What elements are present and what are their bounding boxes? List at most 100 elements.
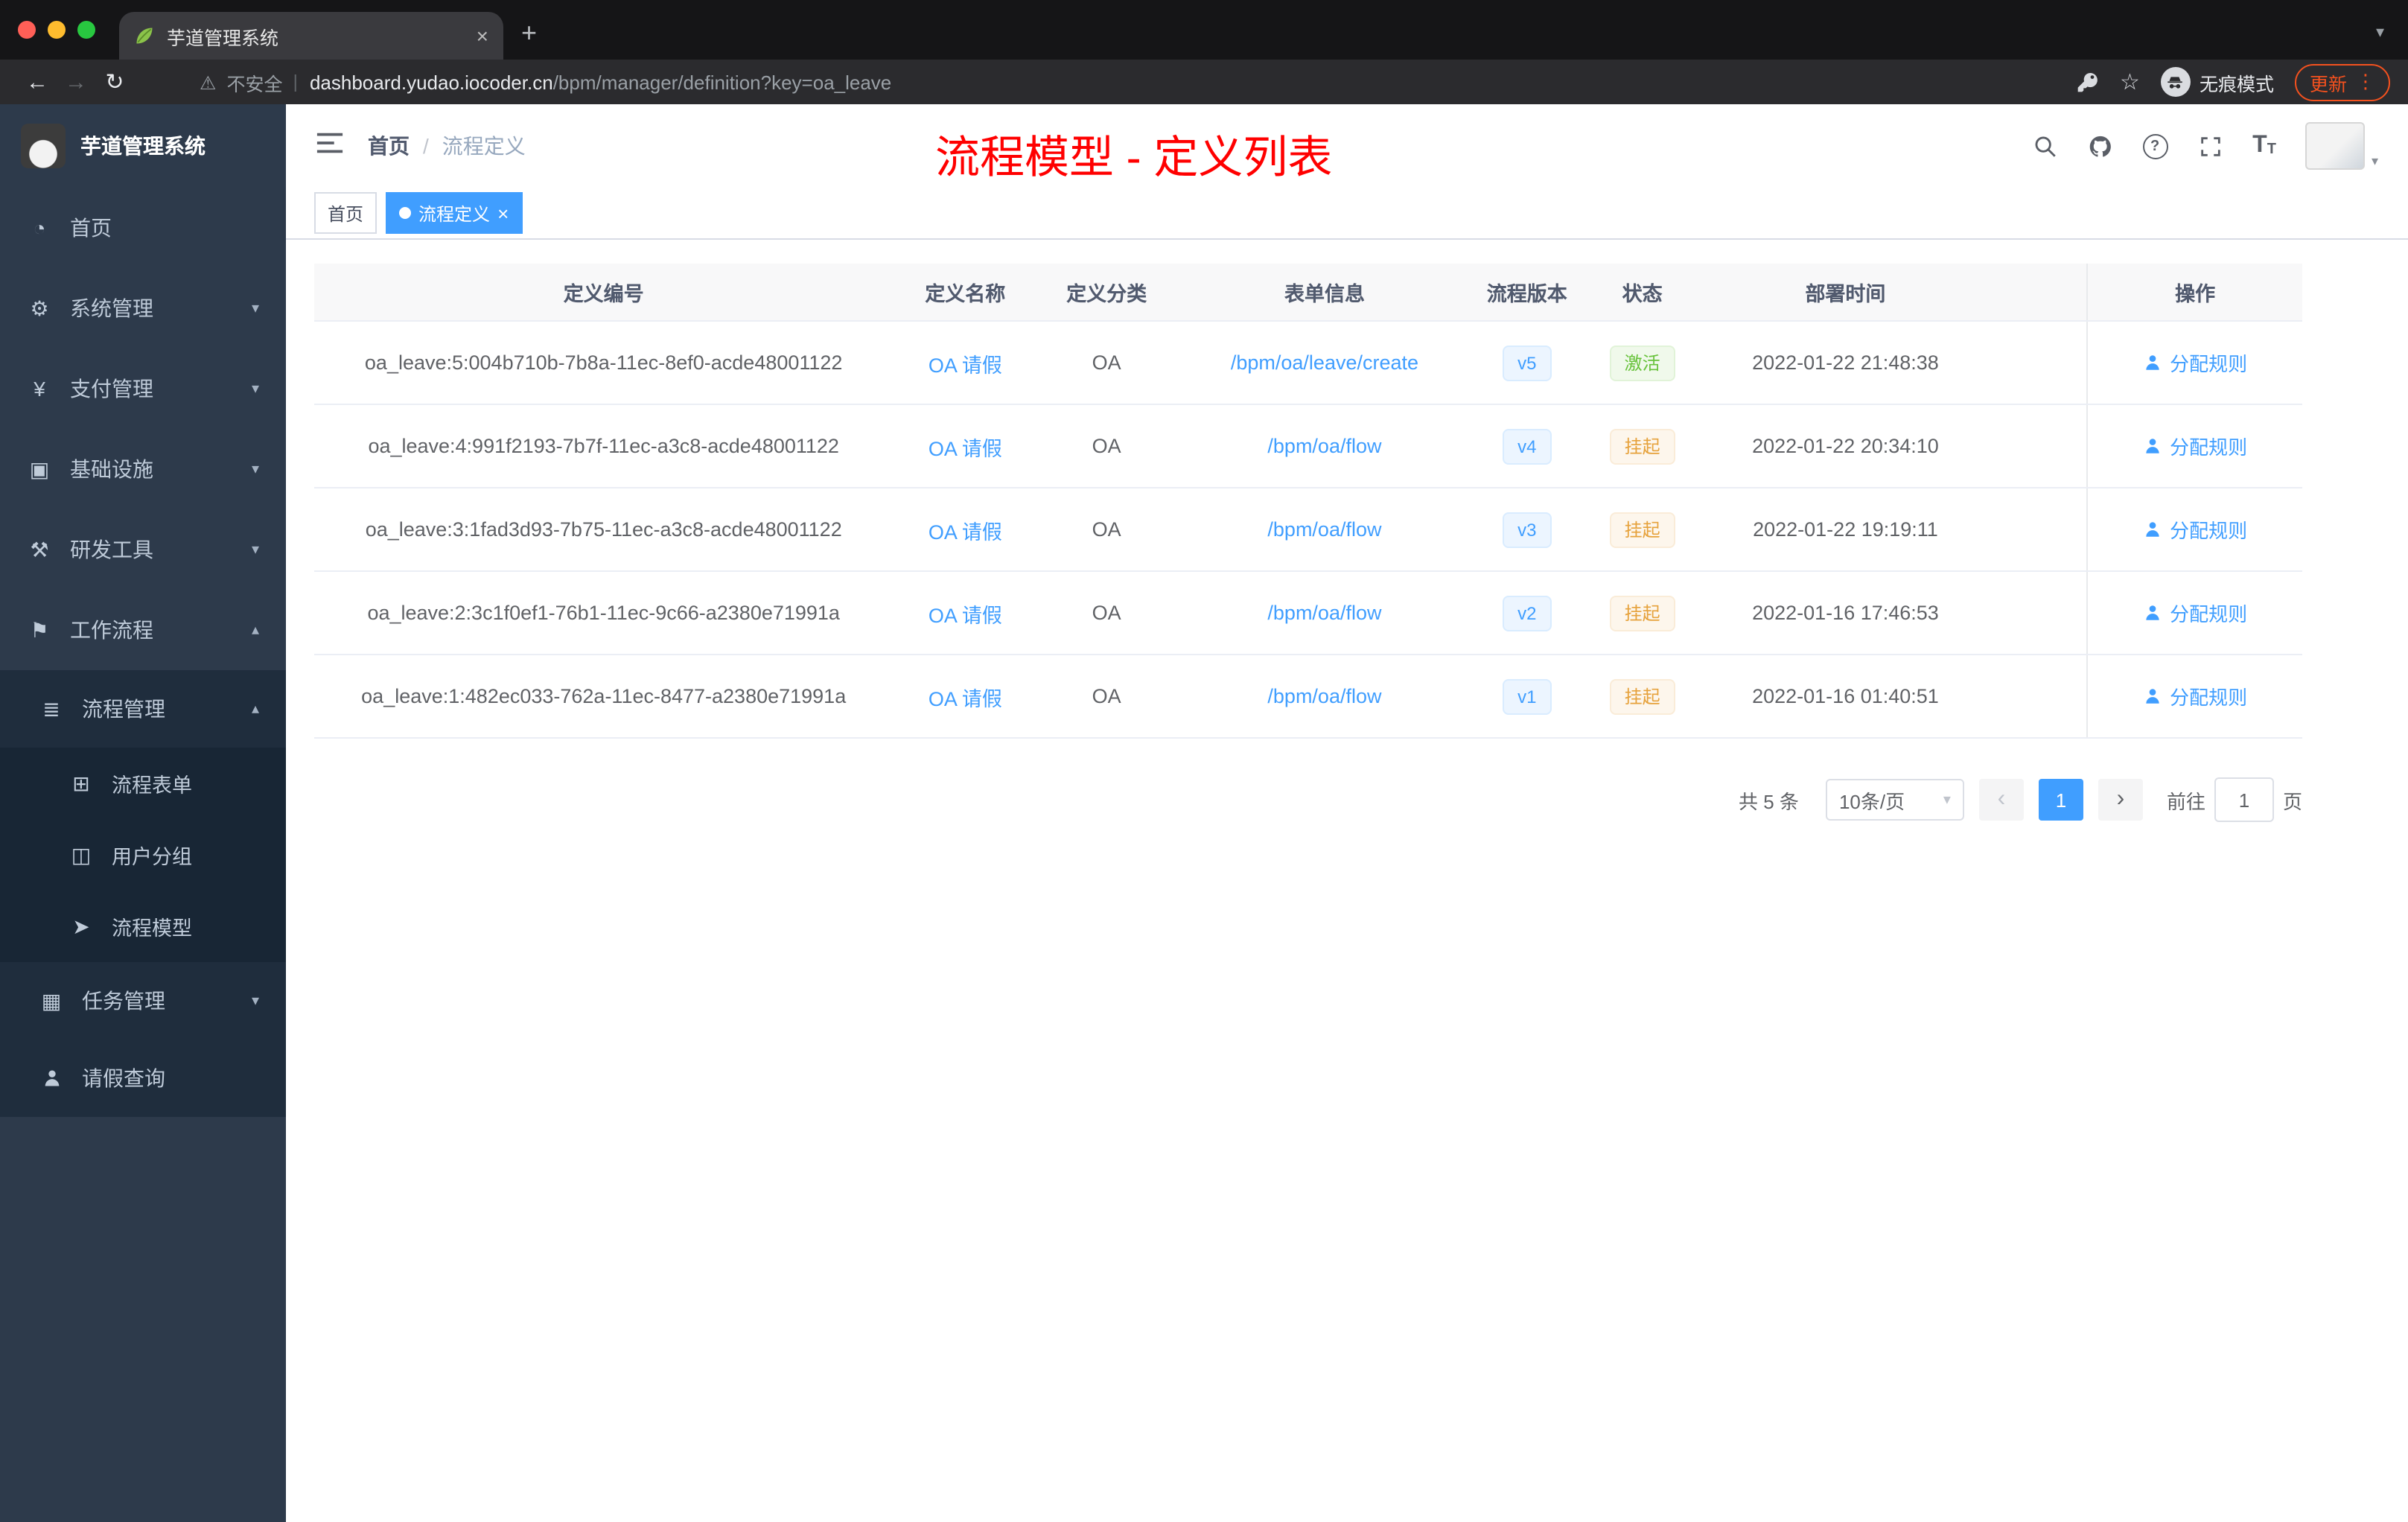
breadcrumb-home[interactable]: 首页 [368,131,410,161]
sidebar-item-dev-tools[interactable]: ⚒ 研发工具 ▾ [0,509,286,590]
assign-rule-link[interactable]: 分配规则 [2143,682,2247,710]
sidebar-item-process-management[interactable]: ≣ 流程管理 ▴ [0,670,286,748]
status-badge: 挂起 [1609,512,1675,547]
fullscreen-icon[interactable] [2197,133,2223,159]
user-avatar-menu[interactable]: ▾ [2305,122,2378,170]
bookmark-star-icon[interactable]: ☆ [2120,69,2140,95]
table-row: oa_leave:4:991f2193-7b7f-11ec-a3c8-acde4… [314,405,2302,488]
sidebar-toggle-icon[interactable] [316,130,344,162]
sidebar-item-process-model[interactable]: ➤ 流程模型 [0,891,286,962]
tag-process-definition[interactable]: 流程定义 × [386,192,523,234]
new-tab-button[interactable]: + [521,18,537,49]
chevron-up-icon: ▴ [251,701,259,717]
font-size-icon[interactable]: TT [2252,133,2276,158]
workflow-icon: ⚑ [30,617,49,641]
form-info-link[interactable]: /bpm/oa/flow [1267,435,1381,457]
definition-name-link[interactable]: OA 请假 [929,431,1002,461]
definition-name-link[interactable]: OA 请假 [929,598,1002,628]
separator: | [293,71,298,92]
tab-title: 芋道管理系统 [167,28,279,48]
sidebar-item-label: 基础设施 [70,457,153,481]
browser-tab[interactable]: 芋道管理系统 × [119,12,503,60]
table-row: oa_leave:5:004b710b-7b8a-11ec-8ef0-acde4… [314,322,2302,405]
user-icon [2146,439,2159,453]
page-goto-input[interactable] [2214,777,2274,822]
annotation-text: 流程模型 - 定义列表 [935,134,1333,183]
assign-rule-link[interactable]: 分配规则 [2143,432,2247,460]
sidebar-item-payment-management[interactable]: ¥ 支付管理 ▾ [0,348,286,429]
next-page-button[interactable]: › [2098,779,2143,821]
password-key-icon[interactable] [2075,70,2099,94]
page-unit-label: 页 [2282,790,2302,812]
definition-name-link[interactable]: OA 请假 [929,681,1002,711]
address-bar[interactable]: dashboard.yudao.iocoder.cn/bpm/manager/d… [310,71,891,93]
update-label: 更新 [2309,74,2347,95]
close-window-button[interactable] [18,21,36,39]
sidebar-item-label: 流程管理 [82,697,165,721]
page-number-button[interactable]: 1 [2038,779,2083,821]
definition-category: OA [1092,351,1121,374]
tab-search-chevron-icon[interactable]: ▾ [2376,22,2384,42]
sidebar-item-label: 用户分组 [112,846,192,868]
definition-id: oa_leave:5:004b710b-7b8a-11ec-8ef0-acde4… [364,351,843,374]
assign-rule-link[interactable]: 分配规则 [2143,515,2247,544]
browser-update-button[interactable]: 更新 ⋮ [2294,63,2390,101]
form-info-link[interactable]: /bpm/oa/leave/create [1231,351,1418,374]
deploy-time: 2022-01-22 19:19:11 [1753,518,1938,541]
definition-name-link[interactable]: OA 请假 [929,515,1002,544]
tag-home[interactable]: 首页 [314,192,378,234]
github-icon[interactable] [2087,133,2112,159]
incognito-label: 无痕模式 [2199,74,2274,95]
page-content: 定义编号 定义名称 定义分类 表单信息 流程版本 状态 部署时间 操作 oa_l… [286,240,2408,1522]
chevron-down-icon: ▾ [251,461,259,477]
prev-page-button[interactable]: ‹ [1978,779,2024,821]
sidebar-item-infrastructure[interactable]: ▣ 基础设施 ▾ [0,429,286,509]
security-label: 不安全 [226,74,283,95]
sidebar-item-process-form[interactable]: ⊞ 流程表单 [0,748,286,819]
browser-menu-icon[interactable]: ⋮ [2356,70,2375,94]
sidebar-item-task-management[interactable]: ▦ 任务管理 ▾ [0,962,286,1039]
users-icon: ◫ [71,842,92,866]
favicon-leaf-icon [136,28,153,44]
column-header: 定义名称 [925,283,1006,305]
reload-button[interactable]: ↻ [95,69,134,95]
definition-category: OA [1092,435,1121,457]
status-badge: 挂起 [1609,595,1675,631]
chevron-down-icon: ▾ [1943,792,1951,808]
sidebar-item-workflow[interactable]: ⚑ 工作流程 ▴ [0,590,286,670]
form-info-link[interactable]: /bpm/oa/flow [1267,685,1381,707]
minimize-window-button[interactable] [48,21,66,39]
url-host: dashboard.yudao.iocoder.cn [309,71,553,93]
sidebar-item-home[interactable]: ◔ 首页 [0,188,286,268]
search-icon[interactable] [2032,133,2057,159]
pagination-total: 共 5 条 [1739,790,1799,812]
pagination: 共 5 条 10条/页 ▾ ‹ 1 › 前往 页 [314,777,2302,822]
version-badge: v2 [1503,595,1552,631]
sidebar-item-user-group[interactable]: ◫ 用户分组 [0,819,286,891]
back-button[interactable]: ← [18,69,57,95]
tag-close-icon[interactable]: × [497,203,509,223]
list-icon: ≣ [42,696,60,720]
site-security-badge[interactable]: ⚠ 不安全 | [200,68,298,96]
chevron-up-icon: ▴ [251,622,259,638]
warning-icon: ⚠ [200,72,217,93]
yen-icon: ¥ [34,377,45,401]
assign-rule-link[interactable]: 分配规则 [2143,348,2247,377]
tab-close-icon[interactable]: × [477,25,488,46]
column-header: 定义分类 [1066,283,1147,305]
help-icon[interactable]: ? [2142,133,2168,159]
maximize-window-button[interactable] [77,21,95,39]
form-info-link[interactable]: /bpm/oa/flow [1267,602,1381,624]
send-icon: ➤ [72,914,90,937]
sidebar-item-leave-query[interactable]: 请假查询 [0,1039,286,1117]
forward-button[interactable]: → [57,69,95,95]
page-size-select[interactable]: 10条/页 ▾ [1825,779,1964,821]
user-icon [2146,522,2159,537]
sidebar-item-system-management[interactable]: ⚙ 系统管理 ▾ [0,268,286,348]
version-badge: v3 [1503,512,1552,547]
form-info-link[interactable]: /bpm/oa/flow [1267,518,1381,541]
gear-icon: ⚙ [30,296,49,319]
definition-name-link[interactable]: OA 请假 [929,348,1002,378]
definition-category: OA [1092,685,1121,707]
assign-rule-link[interactable]: 分配规则 [2143,599,2247,627]
